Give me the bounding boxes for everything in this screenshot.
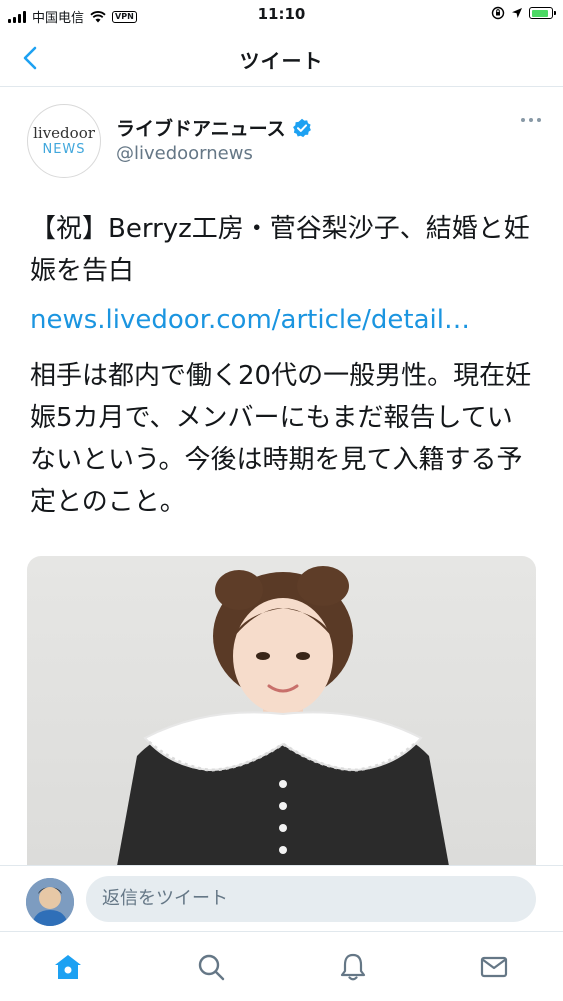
mail-icon bbox=[480, 956, 508, 978]
author-name-label: ライブドアニュース bbox=[116, 118, 286, 140]
home-icon bbox=[55, 955, 81, 979]
search-icon bbox=[198, 954, 225, 981]
verified-badge-icon bbox=[292, 118, 311, 137]
tweet-text-secondary: 相手は都内で働く20代の一般男性。現在妊娠5カ月で、メンバーにもまだ報告していな… bbox=[30, 361, 532, 517]
tweet-link[interactable]: news.livedoor.com/article/detail… bbox=[30, 299, 530, 341]
location-icon bbox=[512, 8, 522, 18]
reply-bar: 返信をツイート bbox=[0, 865, 563, 932]
reply-input[interactable]: 返信をツイート bbox=[86, 876, 536, 922]
my-avatar[interactable] bbox=[26, 878, 74, 926]
status-right bbox=[491, 6, 556, 20]
tab-messages[interactable] bbox=[477, 950, 511, 984]
bell-icon bbox=[340, 953, 366, 981]
avatar-logo-text: livedoor bbox=[33, 124, 95, 142]
tab-bar bbox=[0, 931, 563, 1001]
avatar-logo-subtext: NEWS bbox=[42, 142, 86, 157]
tweet-text: 【祝】Berryz工房・菅谷梨沙子、結婚と妊娠を告白 bbox=[30, 214, 530, 286]
tab-notifications[interactable] bbox=[336, 950, 370, 984]
status-bar: 中国电信 VPN 11:10 bbox=[0, 0, 563, 30]
author-avatar[interactable]: livedoor NEWS bbox=[27, 104, 101, 178]
author-name[interactable]: ライブドアニュース bbox=[116, 114, 312, 141]
tweet-media-photo[interactable] bbox=[27, 556, 536, 866]
photo-illustration bbox=[117, 566, 449, 866]
more-button[interactable] bbox=[521, 118, 541, 122]
more-dot bbox=[529, 118, 533, 122]
orientation-lock-icon bbox=[491, 6, 505, 20]
page-title: ツイート bbox=[239, 49, 324, 73]
battery-icon bbox=[529, 7, 556, 19]
tab-home[interactable] bbox=[51, 950, 85, 984]
my-avatar-illustration bbox=[26, 878, 74, 926]
tab-search[interactable] bbox=[194, 950, 228, 984]
status-time: 11:10 bbox=[257, 5, 306, 23]
more-dot bbox=[537, 118, 541, 122]
author-handle[interactable]: @livedoornews bbox=[116, 143, 253, 164]
nav-bar: ツイート bbox=[0, 30, 563, 87]
more-dot bbox=[521, 118, 525, 122]
